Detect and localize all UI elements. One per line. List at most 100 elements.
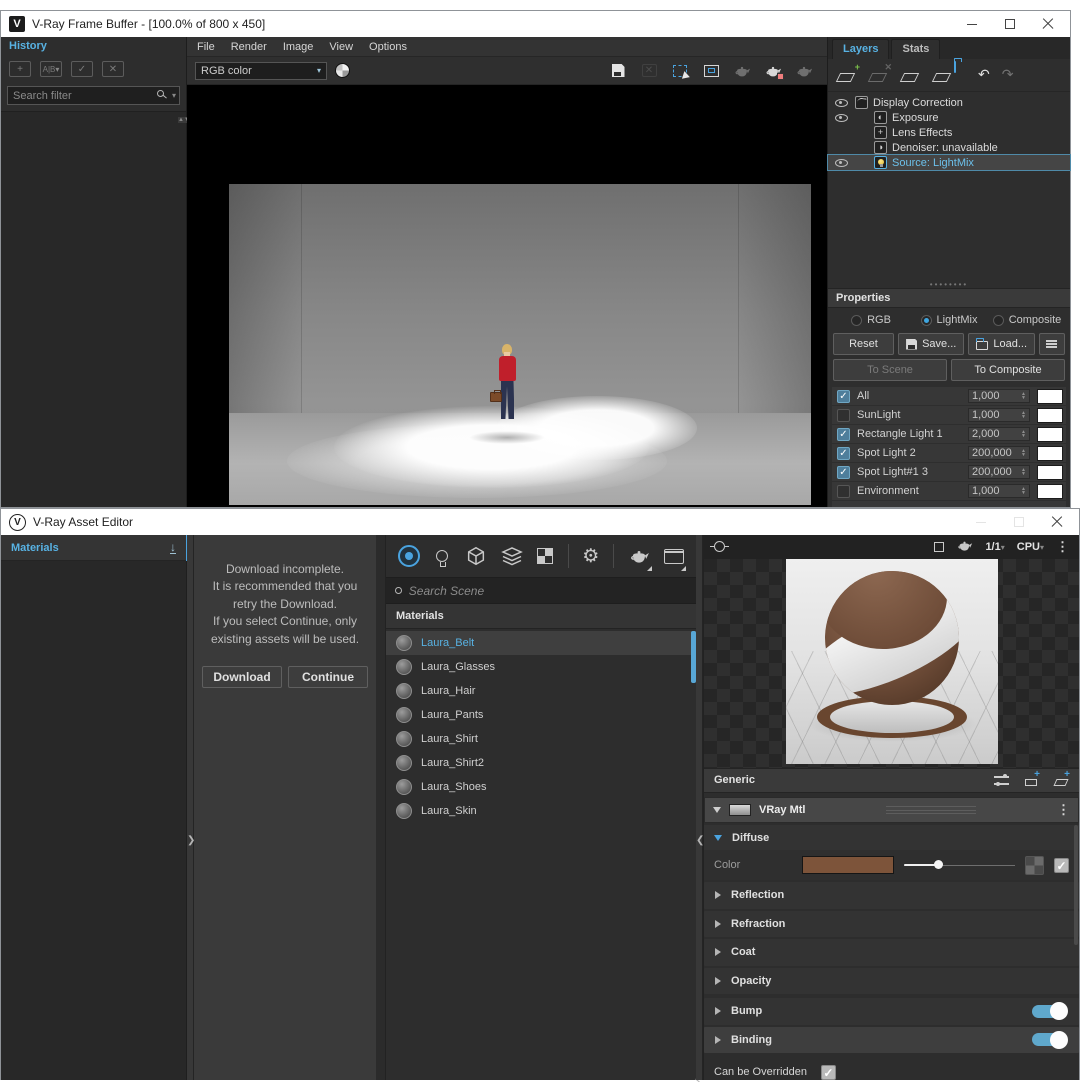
mode-rgb[interactable]: RGB — [834, 314, 908, 326]
menu-render[interactable]: Render — [231, 41, 267, 53]
bump-toggle[interactable] — [1032, 1005, 1066, 1018]
light-color-swatch[interactable] — [1037, 446, 1063, 461]
checkbox-icon[interactable]: ✓ — [837, 390, 850, 403]
layer-row-source-lightmix[interactable]: Source: LightMix — [828, 155, 1070, 170]
textures-filter-icon[interactable] — [501, 543, 523, 569]
layer-row-denoiser[interactable]: ◑ Denoiser: unavailable — [828, 140, 1070, 155]
start-render-icon[interactable] — [795, 63, 813, 79]
menu-image[interactable]: Image — [283, 41, 314, 53]
checkbox-icon[interactable]: ✓ — [837, 428, 850, 441]
history-save-icon[interactable]: + — [9, 61, 31, 77]
close-button[interactable] — [1051, 516, 1063, 528]
preview-orbit-icon[interactable] — [714, 541, 725, 552]
frame-buffer-titlebar[interactable]: V V-Ray Frame Buffer - [100.0% of 800 x … — [1, 11, 1070, 37]
layer-row-lens-effects[interactable]: + Lens Effects — [828, 125, 1070, 140]
reflection-section[interactable]: Reflection — [704, 882, 1079, 908]
asset-category-list[interactable] — [1, 561, 186, 1080]
render-with-vray-icon[interactable] — [628, 543, 650, 569]
menu-view[interactable]: View — [329, 41, 353, 53]
add-attribute-icon[interactable]: + — [1023, 774, 1039, 786]
override-checkbox[interactable]: ✓ — [821, 1065, 836, 1080]
color-corrections-icon[interactable] — [335, 63, 350, 78]
material-preview[interactable] — [704, 559, 1079, 769]
preview-resolution-dropdown[interactable]: 1/1▾ — [985, 541, 1004, 553]
diffuse-section-header[interactable]: Diffuse — [704, 825, 1079, 850]
light-color-swatch[interactable] — [1037, 427, 1063, 442]
download-button[interactable]: Download — [202, 666, 282, 688]
preview-float-icon[interactable] — [934, 542, 944, 552]
layer-row-display-correction[interactable]: Display Correction — [828, 95, 1070, 110]
material-item-laura-shirt2[interactable]: Laura_Shirt2 — [386, 751, 696, 775]
checkbox-icon[interactable] — [837, 485, 850, 498]
settings-gear-icon[interactable]: ⚙ — [582, 543, 599, 569]
material-item-laura-skin[interactable]: Laura_Skin — [386, 799, 696, 823]
add-layer-icon[interactable]: + — [1053, 774, 1069, 786]
diffuse-amount-slider[interactable] — [904, 858, 1015, 872]
to-scene-button[interactable]: To Scene — [833, 359, 947, 381]
history-remove-icon[interactable]: ✕ — [102, 61, 124, 77]
light-value-input[interactable]: 200,000▲▼ — [968, 465, 1030, 479]
preview-menu-icon[interactable]: ⋮ — [1056, 539, 1069, 555]
save-image-icon[interactable] — [609, 63, 627, 79]
menu-options[interactable]: Options — [369, 41, 407, 53]
light-value-input[interactable]: 1,000▲▼ — [968, 484, 1030, 498]
light-row-spot-light-2[interactable]: ✓ Spot Light 2 200,000▲▼ — [832, 444, 1066, 462]
render-viewport[interactable] — [187, 85, 827, 507]
save-button[interactable]: Save... — [898, 333, 965, 355]
panel-splitter[interactable]: ❮ — [696, 535, 703, 1080]
light-row-sunlight[interactable]: SunLight 1,000▲▼ — [832, 406, 1066, 424]
material-item-laura-shoes[interactable]: Laura_Shoes — [386, 775, 696, 799]
redo-icon[interactable]: ↷ — [1002, 66, 1014, 83]
spinner-icon[interactable]: ▲▼ — [1021, 430, 1026, 438]
history-tab[interactable]: History — [1, 37, 186, 55]
light-row-spot-light-1-3[interactable]: ✓ Spot Light#1 3 200,000▲▼ — [832, 463, 1066, 481]
search-filter-dropdown-icon[interactable]: ▾ — [172, 91, 176, 100]
reset-button[interactable]: Reset — [833, 333, 894, 355]
material-item-laura-pants[interactable]: Laura_Pants — [386, 703, 696, 727]
refraction-section[interactable]: Refraction — [704, 911, 1079, 937]
materials-filter-icon[interactable] — [398, 543, 420, 569]
lightmix-menu-button[interactable] — [1039, 333, 1065, 355]
radio-icon[interactable] — [921, 315, 932, 326]
layer-row-exposure[interactable]: ◐ Exposure — [828, 110, 1070, 125]
diffuse-enabled-checkbox[interactable]: ✓ — [1054, 858, 1069, 873]
visibility-eye-icon[interactable] — [835, 114, 848, 122]
checkbox-icon[interactable]: ✓ — [837, 466, 850, 479]
material-item-laura-hair[interactable]: Laura_Hair — [386, 679, 696, 703]
light-color-swatch[interactable] — [1037, 389, 1063, 404]
texture-slot-icon[interactable] — [1025, 856, 1044, 875]
history-compare-ab-icon[interactable]: A|B▾ — [40, 61, 62, 77]
continue-button[interactable]: Continue — [288, 666, 368, 688]
binding-section[interactable]: Binding — [704, 1027, 1079, 1053]
binding-toggle[interactable] — [1032, 1033, 1066, 1046]
geometry-filter-icon[interactable] — [465, 543, 487, 569]
properties-scrollbar[interactable] — [1074, 825, 1078, 945]
stop-render-icon[interactable] — [764, 63, 782, 79]
spinner-icon[interactable]: ▲▼ — [1021, 487, 1026, 495]
chevron-down-icon[interactable] — [713, 807, 721, 813]
asset-editor-titlebar[interactable]: V V-Ray Asset Editor — [1, 509, 1079, 535]
history-list[interactable]: ▲▼ — [1, 111, 186, 507]
panel-splitter[interactable]: ❯ — [187, 535, 194, 1080]
spinner-icon[interactable]: ▲▼ — [1021, 411, 1026, 419]
download-icon[interactable]: ↓ — [170, 542, 176, 554]
spinner-icon[interactable]: ▲▼ — [1021, 392, 1026, 400]
preview-render-icon[interactable] — [956, 539, 973, 555]
radio-icon[interactable] — [993, 315, 1004, 326]
checkbox-icon[interactable]: ✓ — [837, 447, 850, 460]
clear-image-icon[interactable]: ✕ — [640, 63, 658, 79]
material-node-row[interactable]: VRay Mtl ⋮ — [704, 797, 1079, 824]
material-item-laura-glasses[interactable]: Laura_Glasses — [386, 655, 696, 679]
light-row-environment[interactable]: Environment 1,000▲▼ — [832, 482, 1066, 500]
materials-category-tab[interactable]: Materials — [11, 542, 59, 554]
light-value-input[interactable]: 1,000▲▼ — [968, 389, 1030, 403]
preview-engine-dropdown[interactable]: CPU▾ — [1017, 541, 1044, 553]
add-layer-icon[interactable]: + — [838, 67, 858, 82]
load-layers-icon[interactable] — [934, 67, 954, 82]
render-elements-filter-icon[interactable] — [537, 543, 554, 569]
history-search-input[interactable] — [7, 86, 180, 105]
menu-file[interactable]: File — [197, 41, 215, 53]
sliders-icon[interactable] — [994, 776, 1009, 785]
to-composite-button[interactable]: To Composite — [951, 359, 1065, 381]
visibility-eye-icon[interactable] — [835, 159, 848, 167]
